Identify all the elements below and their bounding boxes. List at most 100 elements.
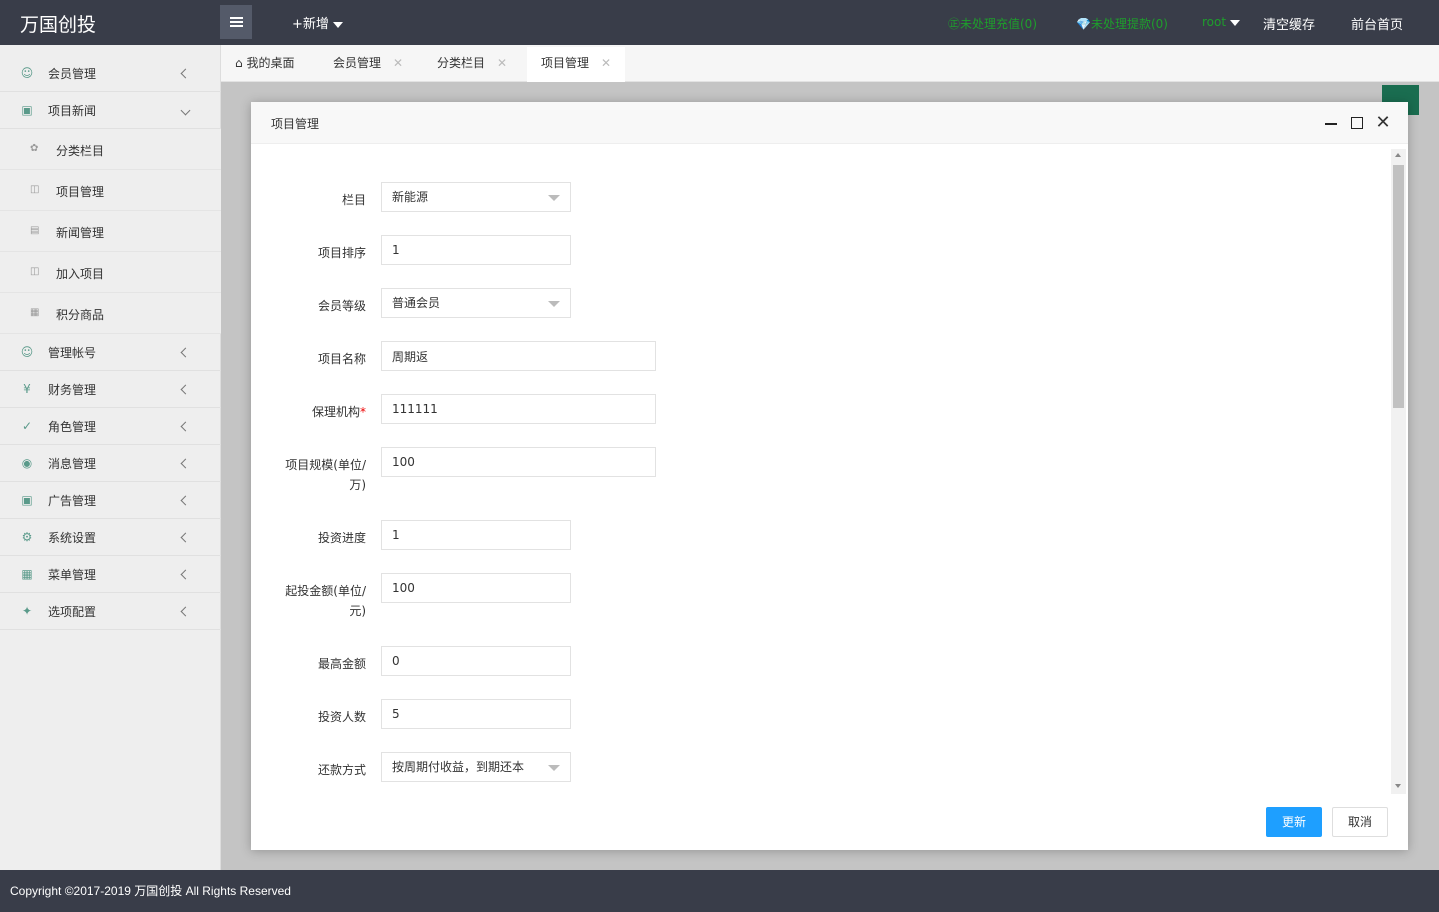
- modal-title: 项目管理: [271, 117, 320, 131]
- gear-icon: ⚙: [21, 530, 33, 544]
- repayment-select-value: 按周期付收益，到期还本: [392, 760, 525, 774]
- scale-input[interactable]: [381, 447, 656, 477]
- sidebar-subitem-points-goods[interactable]: ▦ 积分商品: [0, 293, 221, 334]
- field-label-category: 栏目: [341, 193, 366, 207]
- chevron-left-icon: [180, 384, 191, 395]
- sidebar-subitem-news[interactable]: ▤ 新闻管理: [0, 211, 221, 252]
- sidebar-item-messages[interactable]: ◉ 消息管理: [0, 445, 221, 482]
- tab-members[interactable]: 会员管理 ✕: [319, 47, 417, 82]
- member-level-select[interactable]: 普通会员: [381, 288, 571, 318]
- copyright-text: Copyright ©2017-2019 万国创投 All Rights Res…: [10, 884, 291, 898]
- sidebar: ☺ 会员管理 ▣ 项目新闻 ✿ 分类栏目 ◫ 项目管理 ▤ 新闻管理 ◫ 加入项…: [0, 45, 221, 870]
- sidebar-item-finance[interactable]: ¥ 财务管理: [0, 371, 221, 408]
- image-icon: ▣: [21, 493, 33, 507]
- sidebar-item-options[interactable]: ✦ 选项配置: [0, 593, 221, 630]
- sidebar-subitem-categories[interactable]: ✿ 分类栏目: [0, 129, 221, 170]
- sidebar-subitem-projects[interactable]: ◫ 项目管理: [0, 170, 221, 211]
- user-icon: ☺: [20, 66, 34, 80]
- project-name-input[interactable]: [381, 341, 656, 371]
- clear-cache-link[interactable]: 清空缓存: [1263, 14, 1315, 33]
- field-label-repayment: 还款方式: [317, 763, 366, 777]
- field-label-investors: 投资人数: [317, 710, 366, 724]
- tab-desktop[interactable]: ⌂ 我的桌面: [221, 47, 308, 82]
- required-mark: *: [360, 405, 366, 419]
- config-icon: ✦: [21, 604, 33, 618]
- close-icon[interactable]: ✕: [393, 56, 403, 70]
- sidebar-subitem-label: 项目管理: [56, 185, 105, 199]
- cancel-button[interactable]: 取消: [1332, 807, 1388, 837]
- sidebar-item-menus[interactable]: ▦ 菜单管理: [0, 556, 221, 593]
- update-button[interactable]: 更新: [1266, 807, 1322, 837]
- project-edit-modal: 项目管理 ✕ 栏目 新能源 项目排序 会员等级 普通会员 项目名称: [251, 102, 1408, 850]
- book-icon: ▣: [21, 103, 33, 117]
- tab-categories[interactable]: 分类栏目 ✕: [423, 47, 521, 82]
- user-menu[interactable]: root: [1202, 15, 1241, 29]
- add-new-label: +新增: [292, 17, 329, 32]
- sidebar-subitem-label: 加入项目: [56, 267, 105, 281]
- grid-icon: ▦: [30, 307, 40, 318]
- min-amount-input[interactable]: [381, 573, 571, 603]
- close-icon[interactable]: ✕: [601, 56, 611, 70]
- frontend-home-link[interactable]: 前台首页: [1351, 14, 1403, 33]
- scroll-up-icon[interactable]: [1395, 153, 1401, 157]
- sidebar-subitem-label: 分类栏目: [56, 144, 105, 158]
- tab-projects[interactable]: 项目管理 ✕: [527, 47, 626, 82]
- cart-icon: ◫: [30, 184, 40, 195]
- chevron-left-icon: [180, 421, 191, 432]
- sidebar-item-members[interactable]: ☺ 会员管理: [0, 55, 221, 92]
- field-label-sort: 项目排序: [317, 246, 366, 260]
- max-amount-input[interactable]: [381, 646, 571, 676]
- maximize-button[interactable]: [1349, 115, 1365, 131]
- minimize-icon: [1325, 123, 1337, 125]
- home-icon: ⌂: [235, 56, 243, 70]
- sort-input[interactable]: [381, 235, 571, 265]
- close-icon[interactable]: ✕: [497, 56, 507, 70]
- close-modal-button[interactable]: ✕: [1375, 112, 1391, 133]
- menu-toggle-button[interactable]: [220, 5, 252, 39]
- admin-icon: ☺: [20, 345, 34, 359]
- chevron-left-icon: [180, 68, 191, 79]
- user-name: root: [1202, 15, 1227, 29]
- progress-input[interactable]: [381, 520, 571, 550]
- close-icon: ✕: [1375, 112, 1391, 133]
- leaf-icon: ✿: [30, 143, 39, 154]
- guarantor-label-text: 保理机构: [311, 405, 360, 419]
- repayment-select[interactable]: 按周期付收益，到期还本: [381, 752, 571, 782]
- modal-body: 栏目 新能源 项目排序 会员等级 普通会员 项目名称 保理机构* 项目规模(单位…: [251, 144, 1408, 794]
- modal-footer: 更新 取消: [251, 794, 1408, 850]
- sidebar-subitem-join-project[interactable]: ◫ 加入项目: [0, 252, 221, 293]
- minimize-button[interactable]: [1323, 115, 1339, 131]
- add-new-dropdown[interactable]: +新增: [292, 13, 343, 32]
- caret-down-icon: [332, 21, 343, 28]
- grid-icon: ▦: [21, 567, 33, 581]
- maximize-icon: [1351, 117, 1363, 129]
- sidebar-item-label: 消息管理: [48, 456, 97, 471]
- chevron-left-icon: [180, 569, 191, 580]
- sidebar-item-roles[interactable]: ✓ 角色管理: [0, 408, 221, 445]
- category-select[interactable]: 新能源: [381, 182, 571, 212]
- guarantor-input[interactable]: [381, 394, 656, 424]
- hamburger-icon: [229, 17, 243, 27]
- sidebar-item-admin-accounts[interactable]: ☺ 管理帐号: [0, 334, 221, 371]
- page-footer: Copyright ©2017-2019 万国创投 All Rights Res…: [0, 870, 1439, 912]
- pending-recharge-link[interactable]: ㊣未处理充值(0): [948, 15, 1037, 32]
- sidebar-item-label: 财务管理: [48, 382, 97, 397]
- field-label-max-amount: 最高金额: [317, 657, 366, 671]
- sidebar-item-label: 管理帐号: [48, 345, 97, 360]
- pending-withdraw-link[interactable]: 💎未处理提款(0): [1076, 15, 1168, 32]
- sidebar-item-label: 菜单管理: [48, 567, 97, 582]
- chevron-left-icon: [180, 347, 191, 358]
- sidebar-item-project-news[interactable]: ▣ 项目新闻: [0, 92, 221, 129]
- modal-scrollbar[interactable]: [1391, 149, 1406, 794]
- scroll-thumb[interactable]: [1393, 165, 1404, 408]
- field-label-guarantor: 保理机构*: [266, 402, 366, 422]
- dropdown-arrow-icon: [548, 195, 560, 201]
- investors-input[interactable]: [381, 699, 571, 729]
- sidebar-item-system-settings[interactable]: ⚙ 系统设置: [0, 519, 221, 556]
- scroll-down-icon[interactable]: [1395, 784, 1401, 788]
- sidebar-item-ads[interactable]: ▣ 广告管理: [0, 482, 221, 519]
- chevron-left-icon: [180, 495, 191, 506]
- chevron-left-icon: [180, 458, 191, 469]
- field-label-scale: 项目规模(单位/万): [285, 458, 366, 492]
- tab-label: 会员管理: [333, 56, 382, 70]
